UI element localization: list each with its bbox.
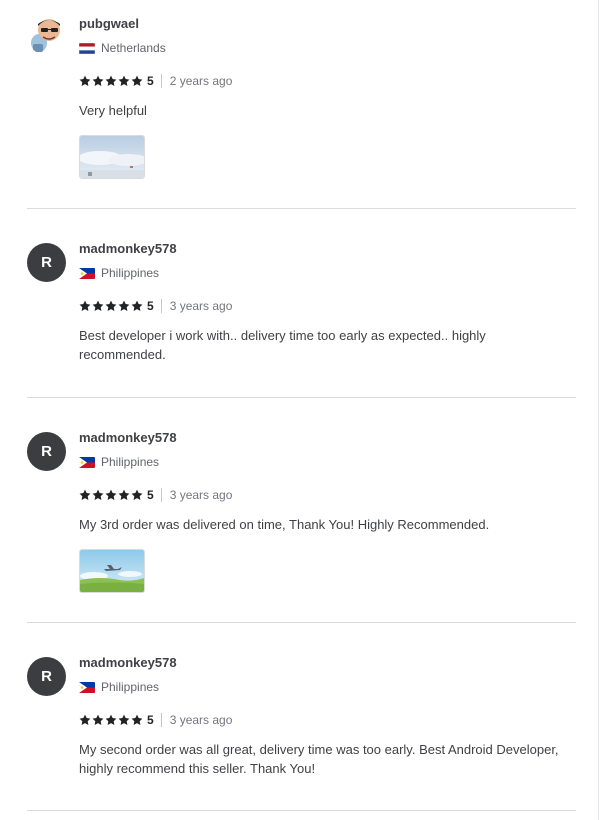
star-icon [118, 714, 130, 725]
review-attachment[interactable] [79, 549, 145, 593]
star-icon [79, 300, 91, 311]
reviewer-country: Netherlands [101, 41, 166, 55]
star-rating [79, 300, 144, 312]
rating-value: 5 [147, 713, 154, 727]
avatar[interactable]: R [27, 243, 66, 282]
star-icon [92, 489, 104, 500]
rating-value: 5 [147, 299, 154, 313]
rating-value: 5 [147, 488, 154, 502]
star-icon [118, 300, 130, 311]
star-icon [118, 75, 130, 86]
review-time: 3 years ago [169, 713, 233, 727]
star-icon [79, 714, 91, 725]
review-time: 3 years ago [169, 299, 233, 313]
review-divider [27, 397, 576, 398]
star-rating [79, 489, 144, 501]
star-icon [131, 714, 143, 725]
memoji-avatar-icon [27, 16, 66, 55]
review-content: pubgwael Netherlands 5 2 years ago Very … [79, 16, 576, 179]
rating-value: 5 [147, 74, 154, 88]
rating-row: 5 3 years ago [79, 488, 576, 502]
avatar[interactable]: R [27, 657, 66, 696]
rating-separator [160, 488, 162, 502]
review-text: Very helpful [79, 103, 147, 118]
star-icon [131, 75, 143, 86]
avatar[interactable] [27, 16, 66, 55]
rating-row: 5 3 years ago [79, 713, 576, 727]
philippines-flag-icon [79, 267, 95, 279]
review-divider [27, 622, 576, 623]
cloudy-sky-thumbnail-icon [80, 136, 144, 178]
country-row: Philippines [79, 266, 576, 280]
philippines-flag-icon [79, 456, 95, 468]
star-icon [105, 714, 117, 725]
star-rating [79, 714, 144, 726]
reviewer-country: Philippines [101, 680, 160, 694]
reviewer-country: Philippines [101, 266, 160, 280]
review-attachment[interactable] [79, 135, 145, 179]
country-row: Philippines [79, 680, 576, 694]
review-divider [27, 208, 576, 209]
review-text: My 3rd order was delivered on time, Than… [79, 517, 490, 532]
reviewer-username[interactable]: madmonkey578 [79, 241, 576, 257]
star-icon [105, 300, 117, 311]
rating-separator [160, 74, 162, 88]
review-text: Best developer i work with.. delivery ti… [79, 328, 486, 362]
review-time: 2 years ago [169, 74, 233, 88]
review-time: 3 years ago [169, 488, 233, 502]
star-icon [131, 489, 143, 500]
star-icon [105, 489, 117, 500]
rating-separator [160, 299, 162, 313]
avatar[interactable]: R [27, 432, 66, 471]
green-field-airplane-thumbnail-icon [80, 550, 144, 592]
star-icon [79, 489, 91, 500]
rating-row: 5 3 years ago [79, 299, 576, 313]
netherlands-flag-icon [79, 42, 95, 54]
star-icon [131, 300, 143, 311]
star-icon [92, 300, 104, 311]
review-content: madmonkey578 Philippines 5 [79, 655, 576, 778]
review-content: madmonkey578 Philippines 5 [79, 241, 576, 364]
reviewer-country: Philippines [101, 455, 160, 469]
reviewer-username[interactable]: madmonkey578 [79, 430, 576, 446]
star-icon [79, 75, 91, 86]
rating-separator [160, 713, 162, 727]
review-text: My second order was all great, delivery … [79, 742, 559, 776]
philippines-flag-icon [79, 681, 95, 693]
star-rating [79, 75, 144, 87]
star-icon [92, 714, 104, 725]
review-divider [27, 810, 576, 811]
rating-row: 5 2 years ago [79, 74, 576, 88]
reviewer-username[interactable]: pubgwael [79, 16, 576, 32]
star-icon [105, 75, 117, 86]
country-row: Philippines [79, 455, 576, 469]
country-row: Netherlands [79, 41, 576, 55]
star-icon [118, 489, 130, 500]
review-content: madmonkey578 Philippines 5 [79, 430, 576, 593]
reviewer-username[interactable]: madmonkey578 [79, 655, 576, 671]
star-icon [92, 75, 104, 86]
